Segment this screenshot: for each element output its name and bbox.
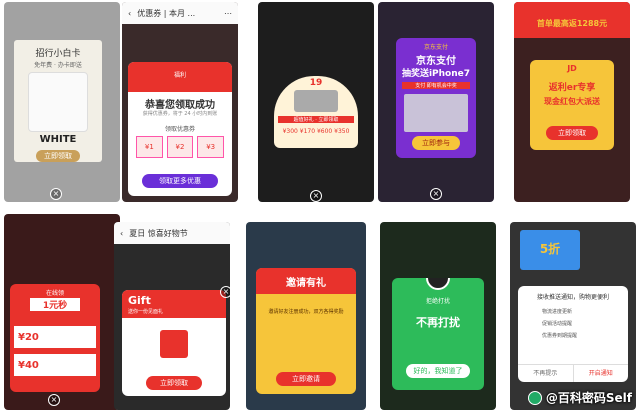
header-bar: ‹ 优惠券 | 本月 ... ⋯ (122, 2, 238, 24)
close-icon[interactable]: × (48, 394, 60, 406)
screenshot-panel-2: ‹ 优惠券 | 本月 ... ⋯ 福利 恭喜您领取成功 获得优惠券，将于 24 … (122, 2, 238, 202)
coupon-amount: ¥40 (18, 359, 39, 371)
avatar (426, 278, 450, 290)
card-title: 招行小白卡 (35, 49, 81, 59)
lottery-title-2: 抽奖送iPhone7 (401, 69, 471, 79)
header-title: 优惠券 | 本月 ... (137, 8, 196, 18)
option-item[interactable]: 物流进度更新 (542, 306, 577, 318)
popup-top-label: 京东支付 (423, 44, 448, 51)
watermark-logo-icon (527, 390, 542, 405)
gift-popup: Gift 送你一份见面礼 立即领取 (122, 290, 226, 396)
more-coupons-button[interactable]: 领取更多优惠 (142, 174, 218, 188)
flash-title: 1元秒 (30, 298, 80, 311)
close-icon[interactable]: × (50, 188, 62, 200)
no-disturb-title: 不再打扰 (416, 316, 460, 329)
join-button[interactable]: 立即参与 (412, 136, 460, 150)
screenshot-panel-4: 京东支付 京东支付 抽奖送iPhone7 支付 即有机会中奖 立即参与 × (378, 2, 494, 202)
coupon-row: ¥1 ¥2 ¥3 (136, 136, 225, 158)
invite-body: 邀请好友注册成功，双方各得奖励 (268, 309, 344, 315)
screenshot-panel-1: 招行小白卡 免年费 · 办卡即送 WHITE 立即领取 × (4, 2, 120, 202)
lottery-note: 支付 即有机会中奖 (402, 82, 470, 89)
card-subtitle: 免年费 · 办卡即送 (34, 62, 82, 69)
card-popup: 招行小白卡 免年费 · 办卡即送 WHITE 立即领取 (14, 40, 102, 162)
back-icon[interactable]: ‹ (128, 9, 131, 18)
dialog-actions: 不再提示 开启通知 (518, 364, 628, 382)
watermark-text: @百科密码Self (545, 391, 632, 405)
flash-sale-popup: 在线领 1元秒 ¥20 ¥40 (10, 284, 100, 392)
card-image (28, 72, 88, 132)
success-title: 恭喜您领取成功 (145, 100, 215, 111)
gift-box-icon (160, 330, 188, 358)
popup-top-label: 在线领 (45, 290, 64, 297)
close-icon[interactable]: × (310, 190, 322, 202)
screenshot-panel-9: 拒绝打扰 不再打扰 好的，我知道了 (380, 222, 496, 410)
prize-image (404, 94, 468, 132)
header-title: 夏日 惊喜好物节 (129, 228, 188, 238)
enable-button[interactable]: 开启通知 (572, 365, 629, 382)
close-icon[interactable]: × (430, 188, 442, 200)
notify-title: 接收推送通知，购物更便利 (536, 294, 609, 301)
success-popup: 福利 恭喜您领取成功 获得优惠券，将于 24 小时内到账 领取优惠券 ¥1 ¥2… (128, 62, 232, 196)
screenshot-panel-8: 邀请有礼 邀请好友注册成功，双方各得奖励 立即邀请 (246, 222, 366, 410)
brand-label: JD (567, 64, 577, 73)
coupon-amount: ¥20 (18, 331, 39, 343)
screenshot-panel-10: 5折 接收推送通知，购物更便利 物流进度更新 促销活动提醒 优惠券到期提醒 不再… (510, 222, 636, 410)
invite-popup: 邀请有礼 邀请好友注册成功，双方各得奖励 立即邀请 (256, 268, 356, 394)
claim-button[interactable]: 立即领取 (146, 376, 202, 390)
coupons-label: 领取优惠券 (164, 126, 195, 133)
product-image (294, 90, 338, 112)
price-line: ¥300 ¥170 ¥600 ¥350 (282, 128, 350, 135)
coupon-item[interactable]: ¥1 (136, 136, 163, 158)
close-icon[interactable]: × (220, 286, 230, 298)
discount-badge: 5折 (539, 242, 561, 256)
watermark: @百科密码Self (527, 389, 632, 406)
promo-popup: 19 超值好礼 · 立即领取 ¥300 ¥170 ¥600 ¥350 (274, 76, 358, 148)
more-icon[interactable]: ⋯ (224, 9, 232, 18)
ok-button[interactable]: 好的，我知道了 (406, 364, 470, 378)
coupon-item[interactable]: ¥3 (197, 136, 225, 158)
popup-top-label: 拒绝打扰 (425, 298, 450, 305)
gift-title: Gift (128, 294, 151, 307)
promo-line-2: 现金红包大派送 (544, 97, 600, 106)
badge-text: 福利 (173, 72, 186, 79)
invite-button[interactable]: 立即邀请 (276, 372, 336, 386)
promo-banner: 超值好礼 · 立即领取 (278, 116, 354, 123)
banner-image: 5折 (520, 230, 580, 270)
apply-button[interactable]: 立即领取 (36, 150, 80, 162)
invite-title: 邀请有礼 (286, 278, 326, 289)
screenshot-panel-7: ‹ 夏日 惊喜好物节 Gift 送你一份见面礼 立即领取 × (114, 222, 230, 410)
redpacket-popup: JD 返利er专享 现金红包大派送 立即领取 (530, 60, 614, 150)
notify-popup: 接收推送通知，购物更便利 物流进度更新 促销活动提醒 优惠券到期提醒 不再提示 … (518, 286, 628, 382)
success-subtitle: 获得优惠券，将于 24 小时内到账 (142, 111, 218, 117)
card-brand: WHITE (39, 134, 77, 145)
popup-number: 19 (309, 78, 323, 88)
coupon-item[interactable]: ¥20 (14, 326, 96, 348)
no-disturb-popup: 拒绝打扰 不再打扰 好的，我知道了 (392, 278, 484, 390)
promo-line-1: 返利er专享 (548, 83, 596, 93)
screenshot-panel-6: 在线领 1元秒 ¥20 ¥40 × (4, 214, 120, 410)
lottery-title-1: 京东支付 (416, 56, 456, 67)
header-promo: 首单最高返1288元 (536, 19, 608, 28)
gift-subtitle: 送你一份见面礼 (128, 309, 164, 315)
claim-button[interactable]: 立即领取 (546, 126, 598, 140)
lottery-popup: 京东支付 京东支付 抽奖送iPhone7 支付 即有机会中奖 立即参与 (396, 38, 476, 158)
screenshot-panel-3: 19 超值好礼 · 立即领取 ¥300 ¥170 ¥600 ¥350 × (258, 2, 374, 202)
coupon-item[interactable]: ¥2 (166, 136, 194, 158)
back-icon[interactable]: ‹ (120, 229, 123, 238)
page-header: 首单最高返1288元 (514, 2, 630, 38)
coupon-item[interactable]: ¥40 (14, 354, 96, 376)
dismiss-button[interactable]: 不再提示 (518, 365, 573, 382)
option-item[interactable]: 优惠券到期提醒 (542, 330, 577, 342)
screenshot-panel-5: 首单最高返1288元 JD 返利er专享 现金红包大派送 立即领取 (514, 2, 630, 202)
option-list: 物流进度更新 促销活动提醒 优惠券到期提醒 (542, 306, 577, 342)
header-bar: ‹ 夏日 惊喜好物节 (114, 222, 230, 244)
option-item[interactable]: 促销活动提醒 (542, 318, 577, 330)
